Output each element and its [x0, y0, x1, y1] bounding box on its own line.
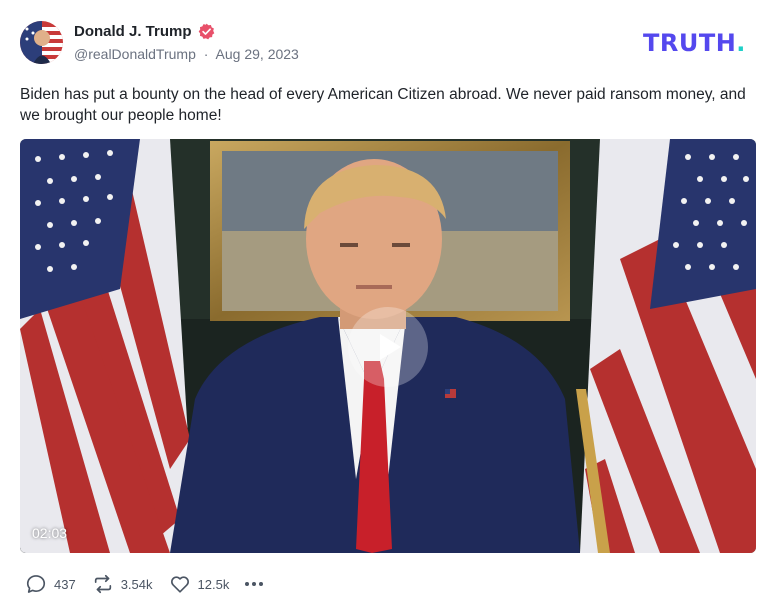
video-player[interactable]: 02:03 [20, 139, 756, 553]
play-icon [380, 334, 401, 360]
more-dots-icon [245, 582, 264, 586]
post-meta: @realDonaldTrump · Aug 29, 2023 [74, 46, 299, 62]
logo-text: TRUTH [643, 29, 737, 57]
play-button[interactable] [348, 307, 428, 387]
heart-icon [170, 576, 189, 593]
author-handle[interactable]: @realDonaldTrump [74, 46, 196, 62]
retruth-button[interactable]: 3.54k [92, 573, 153, 595]
logo-dot: . [736, 29, 746, 57]
repost-arrows-icon [94, 574, 111, 594]
truth-post: Donald J. Trump @realDonaldTrump · Aug 2… [0, 0, 777, 615]
comment-bubble-icon [26, 575, 46, 593]
author-name-row[interactable]: Donald J. Trump [74, 23, 215, 40]
reply-count: 437 [54, 576, 76, 592]
video-duration: 02:03 [32, 525, 68, 541]
author-display-name[interactable]: Donald J. Trump [74, 23, 192, 40]
like-count: 12.5k [197, 576, 230, 592]
truth-social-logo[interactable]: TRUTH. [643, 29, 746, 57]
more-options-button[interactable] [245, 578, 264, 590]
avatar[interactable] [20, 21, 63, 64]
post-date[interactable]: Aug 29, 2023 [216, 46, 299, 62]
post-text: Biden has put a bounty on the head of ev… [20, 86, 746, 124]
meta-separator: · [203, 46, 209, 62]
post-actions: 437 3.54k 12.5k [25, 573, 264, 595]
reply-button[interactable]: 437 [25, 573, 76, 595]
like-button[interactable]: 12.5k [169, 573, 230, 595]
retruth-count: 3.54k [120, 576, 153, 592]
verified-badge-icon [198, 23, 215, 40]
